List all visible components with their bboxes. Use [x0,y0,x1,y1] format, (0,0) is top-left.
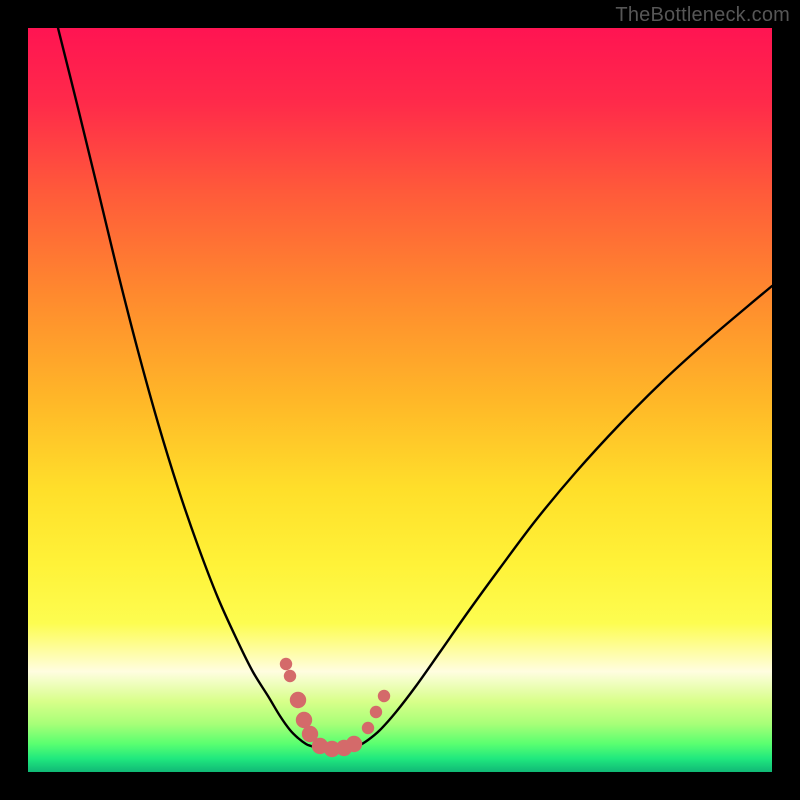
watermark-text: TheBottleneck.com [615,4,790,27]
curve-marker [370,706,382,718]
curve-marker [378,690,390,702]
curve-marker [284,670,296,682]
plot-area [28,28,772,772]
curve-marker [280,658,292,670]
curve-marker [362,722,374,734]
gradient-background [28,28,772,772]
chart-frame: TheBottleneck.com [0,0,800,800]
plot-svg [28,28,772,772]
curve-marker [290,692,306,708]
curve-marker [346,736,362,752]
curve-marker [296,712,312,728]
